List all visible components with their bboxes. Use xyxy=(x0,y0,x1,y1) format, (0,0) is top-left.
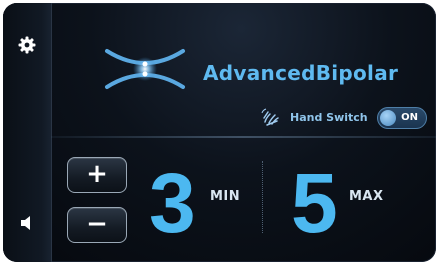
hand-switch-toggle[interactable]: ON xyxy=(377,107,427,129)
sidebar xyxy=(3,3,52,262)
value-separator xyxy=(262,161,263,233)
device-screen: AdvancedBipolar Hand Switch ON + − 3 MIN… xyxy=(3,3,436,262)
min-value: 3 xyxy=(149,156,196,250)
mode-title: AdvancedBipolar xyxy=(203,61,399,85)
toggle-knob xyxy=(380,110,396,126)
decrease-button[interactable]: − xyxy=(67,207,127,243)
bipolar-forceps-icon xyxy=(103,45,187,93)
hand-switch-label: Hand Switch xyxy=(290,111,368,124)
max-value: 5 xyxy=(291,156,338,250)
toggle-state: ON xyxy=(401,112,418,123)
speaker-icon[interactable] xyxy=(18,214,38,232)
divider xyxy=(51,136,436,138)
max-label: MAX xyxy=(349,189,384,204)
min-label: MIN xyxy=(210,189,241,204)
hand-icon xyxy=(261,108,281,128)
gear-icon[interactable] xyxy=(17,35,37,55)
increase-button[interactable]: + xyxy=(67,157,127,193)
